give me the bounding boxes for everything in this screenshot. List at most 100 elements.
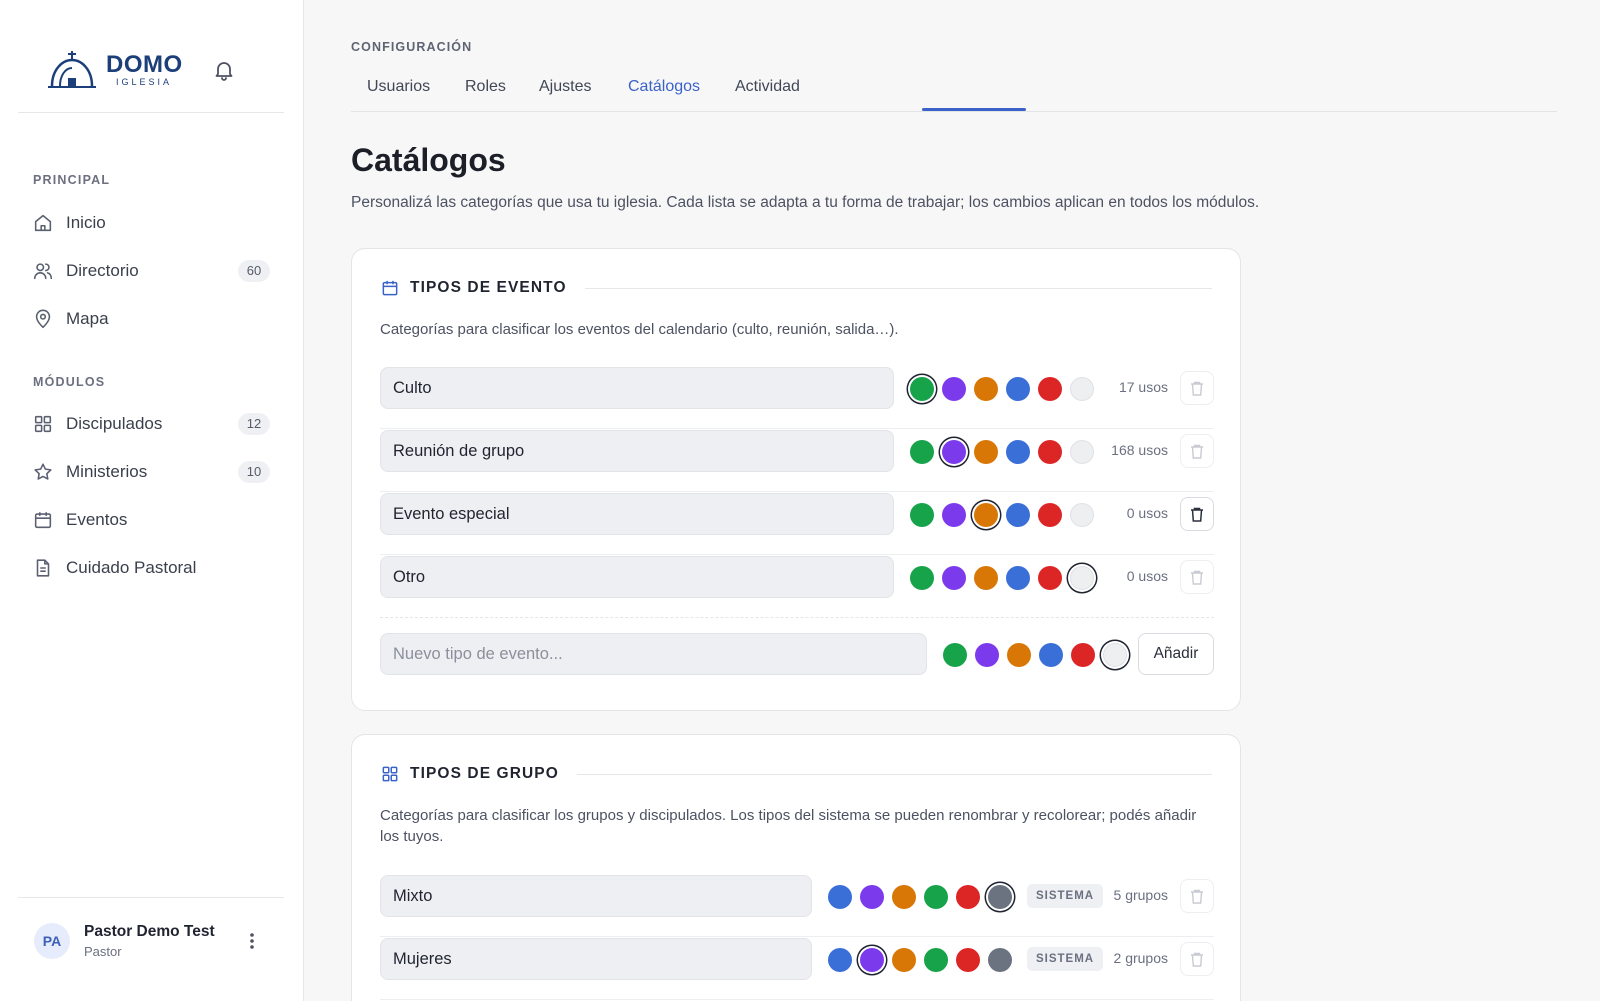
delete-button[interactable]	[1180, 497, 1214, 531]
settings-tabs: Usuarios Roles Ajustes Catálogos Activid…	[351, 70, 1557, 112]
gray-swatch[interactable]	[988, 885, 1012, 909]
sidebar-item-inicio[interactable]: Inicio	[18, 203, 284, 243]
red-swatch[interactable]	[956, 885, 980, 909]
sidebar-section-modulos: MÓDULOS	[33, 375, 106, 389]
red-swatch[interactable]	[1038, 377, 1062, 401]
sidebar-item-directorio[interactable]: Directorio 60	[18, 251, 284, 291]
red-swatch[interactable]	[956, 948, 980, 972]
orange-swatch[interactable]	[974, 566, 998, 590]
user-role: Pastor	[84, 944, 122, 959]
orange-swatch[interactable]	[974, 440, 998, 464]
new-event-type-input[interactable]	[380, 633, 927, 675]
light-gray-swatch[interactable]	[1070, 377, 1094, 401]
tab-catalogos[interactable]: Catálogos	[628, 78, 700, 112]
green-swatch[interactable]	[924, 948, 948, 972]
sidebar-item-discipulados[interactable]: Discipulados 12	[18, 404, 284, 444]
group-count: 2 grupos	[1113, 950, 1168, 966]
purple-swatch[interactable]	[975, 643, 999, 667]
light-gray-swatch[interactable]	[1070, 566, 1094, 590]
blue-swatch[interactable]	[828, 885, 852, 909]
sidebar-item-label: Inicio	[66, 213, 106, 232]
trash-icon	[1191, 507, 1203, 522]
card-title: TIPOS DE EVENTO	[410, 279, 567, 296]
light-gray-swatch[interactable]	[1070, 440, 1094, 464]
red-swatch[interactable]	[1038, 440, 1062, 464]
user-profile[interactable]: PA Pastor Demo Test Pastor	[18, 898, 284, 984]
sidebar-divider	[18, 112, 284, 113]
purple-swatch[interactable]	[860, 948, 884, 972]
tab-ajustes[interactable]: Ajustes	[539, 78, 591, 112]
orange-swatch[interactable]	[892, 948, 916, 972]
tab-roles[interactable]: Roles	[465, 78, 506, 112]
active-tab-indicator	[922, 108, 1026, 111]
system-badge: SISTEMA	[1027, 947, 1104, 971]
orange-swatch[interactable]	[1007, 643, 1031, 667]
light-gray-swatch[interactable]	[1103, 643, 1127, 667]
green-swatch[interactable]	[910, 503, 934, 527]
sidebar-item-mapa[interactable]: Mapa	[18, 299, 284, 339]
delete-button[interactable]	[1180, 560, 1214, 594]
sidebar-item-ministerios[interactable]: Ministerios 10	[18, 452, 284, 492]
tab-actividad[interactable]: Actividad	[735, 78, 800, 112]
red-swatch[interactable]	[1038, 566, 1062, 590]
delete-button[interactable]	[1180, 434, 1214, 468]
light-gray-swatch[interactable]	[1070, 503, 1094, 527]
delete-button[interactable]	[1180, 879, 1214, 913]
home-icon	[34, 214, 52, 232]
purple-swatch[interactable]	[942, 440, 966, 464]
sidebar-item-label: Ministerios	[66, 462, 148, 481]
color-picker	[910, 503, 1102, 527]
card-description: Categorías para clasificar los eventos d…	[380, 321, 899, 338]
event-type-name-input[interactable]	[380, 493, 894, 535]
group-type-name-input[interactable]	[380, 938, 812, 980]
church-dome-icon	[48, 51, 96, 88]
calendar-icon	[34, 512, 52, 529]
group-count: 5 grupos	[1113, 887, 1168, 903]
delete-button[interactable]	[1180, 942, 1214, 976]
blue-swatch[interactable]	[1006, 440, 1030, 464]
tab-usuarios[interactable]: Usuarios	[367, 78, 430, 112]
purple-swatch[interactable]	[942, 503, 966, 527]
green-swatch[interactable]	[924, 885, 948, 909]
blue-swatch[interactable]	[1006, 566, 1030, 590]
event-type-name-input[interactable]	[380, 430, 894, 472]
list-item: 0 usos	[380, 493, 1214, 555]
gray-swatch[interactable]	[988, 948, 1012, 972]
green-swatch[interactable]	[943, 643, 967, 667]
purple-swatch[interactable]	[860, 885, 884, 909]
blue-swatch[interactable]	[1006, 503, 1030, 527]
event-type-name-input[interactable]	[380, 367, 894, 409]
event-type-name-input[interactable]	[380, 556, 894, 598]
blue-swatch[interactable]	[828, 948, 852, 972]
purple-swatch[interactable]	[942, 377, 966, 401]
red-swatch[interactable]	[1038, 503, 1062, 527]
sidebar-item-cuidado-pastoral[interactable]: Cuidado Pastoral	[18, 548, 284, 588]
users-icon	[33, 263, 53, 280]
blue-swatch[interactable]	[1039, 643, 1063, 667]
orange-swatch[interactable]	[974, 503, 998, 527]
orange-swatch[interactable]	[974, 377, 998, 401]
red-swatch[interactable]	[1071, 643, 1095, 667]
add-button[interactable]: Añadir	[1138, 633, 1214, 675]
group-type-name-input[interactable]	[380, 875, 812, 917]
sidebar-section-principal: PRINCIPAL	[33, 173, 111, 187]
green-swatch[interactable]	[910, 377, 934, 401]
sidebar-item-label: Cuidado Pastoral	[66, 558, 197, 577]
orange-swatch[interactable]	[892, 885, 916, 909]
sidebar: DOMO IGLESIA PRINCIPAL Inicio Directorio…	[0, 0, 304, 1001]
brand-logo[interactable]: DOMO IGLESIA	[46, 50, 183, 90]
purple-swatch[interactable]	[942, 566, 966, 590]
green-swatch[interactable]	[910, 566, 934, 590]
trash-icon	[1191, 889, 1203, 904]
usage-count: 0 usos	[1126, 568, 1168, 584]
sidebar-item-eventos[interactable]: Eventos	[18, 500, 284, 540]
blue-swatch[interactable]	[1006, 377, 1030, 401]
more-vertical-icon[interactable]	[242, 930, 262, 952]
delete-button[interactable]	[1180, 371, 1214, 405]
notifications-bell-icon[interactable]	[212, 58, 236, 82]
event-types-card: TIPOS DE EVENTO Categorías para clasific…	[351, 248, 1241, 711]
green-swatch[interactable]	[910, 440, 934, 464]
list-item: SISTEMA 2 grupos	[380, 938, 1214, 1000]
count-badge: 60	[238, 260, 270, 282]
list-item: SISTEMA 5 grupos	[380, 875, 1214, 937]
